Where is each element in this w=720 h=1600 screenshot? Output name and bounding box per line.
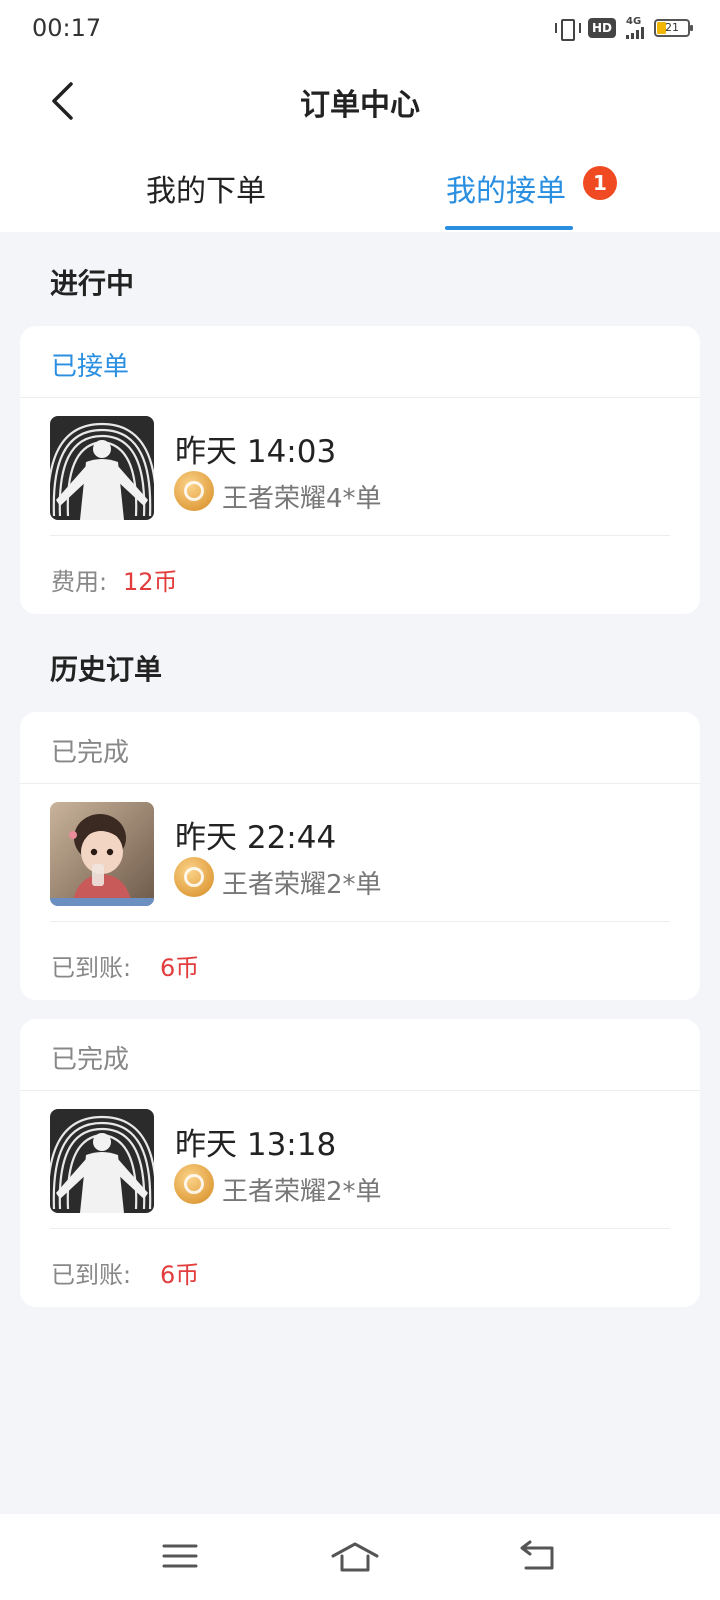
back-icon [520, 1540, 554, 1570]
home-icon [331, 1542, 379, 1572]
fee-value: 6币 [160, 954, 200, 982]
status-time: 00:17 [32, 14, 102, 42]
game-coin-icon [174, 1164, 214, 1204]
hd-icon: HD [587, 18, 616, 38]
divider [50, 921, 670, 922]
child-photo-avatar [50, 802, 154, 906]
divider [20, 783, 700, 784]
fee-label: 已到账: [51, 1261, 132, 1289]
back-nav-button[interactable] [516, 1536, 560, 1576]
tab-active-indicator [445, 226, 573, 230]
divider [50, 1228, 670, 1229]
order-card[interactable]: 已接单 昨天 14:03 王者荣耀4*单 费用: 12币 [20, 326, 700, 614]
order-time: 昨天 22:44 [175, 820, 337, 856]
order-card[interactable]: 已完成 昨天 13:18 王者荣耀2*单 已到账: 6币 [20, 1019, 700, 1307]
tab-bar: 我的下单 我的接单 1 [0, 146, 720, 232]
signal-icon: 4G [626, 17, 644, 39]
abstract-figure-avatar [50, 416, 154, 520]
order-game: 王者荣耀2*单 [222, 1177, 382, 1207]
order-game: 王者荣耀4*单 [222, 484, 382, 514]
network-type: 4G [626, 16, 642, 27]
divider [20, 1090, 700, 1091]
order-status: 已完成 [51, 738, 130, 768]
section-title-in-progress: 进行中 [50, 267, 135, 300]
battery-icon: 21 [654, 19, 693, 37]
section-title-history: 历史订单 [50, 653, 163, 686]
page-title: 订单中心 [300, 88, 420, 123]
vibrate-icon [554, 16, 581, 41]
header: 订单中心 [0, 56, 720, 146]
game-coin-icon [174, 471, 214, 511]
avatar [50, 1109, 154, 1213]
order-status: 已接单 [51, 352, 130, 382]
status-bar: 00:17 HD 4G 21 [0, 0, 720, 56]
fee-value: 6币 [160, 1261, 200, 1289]
menu-button[interactable] [158, 1536, 202, 1576]
menu-icon [162, 1544, 198, 1568]
home-button[interactable] [330, 1536, 380, 1576]
system-nav-bar [0, 1514, 720, 1600]
order-game: 王者荣耀2*单 [222, 870, 382, 900]
tab-my-orders[interactable]: 我的下单 [146, 166, 266, 210]
battery-level: 21 [665, 21, 679, 34]
fee-value: 12币 [123, 568, 178, 596]
game-coin-icon [174, 857, 214, 897]
tab-my-accepted[interactable]: 我的接单 [446, 166, 566, 210]
avatar [50, 802, 154, 906]
order-time: 昨天 14:03 [175, 434, 337, 470]
tab-badge: 1 [583, 166, 617, 200]
order-time: 昨天 13:18 [175, 1127, 337, 1163]
order-status: 已完成 [51, 1045, 130, 1075]
abstract-figure-avatar [50, 1109, 154, 1213]
divider [50, 535, 670, 536]
order-card[interactable]: 已完成 昨天 22:44 王者荣耀2*单 已到账: 6币 [20, 712, 700, 1000]
divider [20, 397, 700, 398]
fee-label: 已到账: [51, 954, 132, 982]
status-icons: HD 4G 21 [554, 14, 693, 42]
avatar [50, 416, 154, 520]
fee-label: 费用: [51, 568, 108, 596]
